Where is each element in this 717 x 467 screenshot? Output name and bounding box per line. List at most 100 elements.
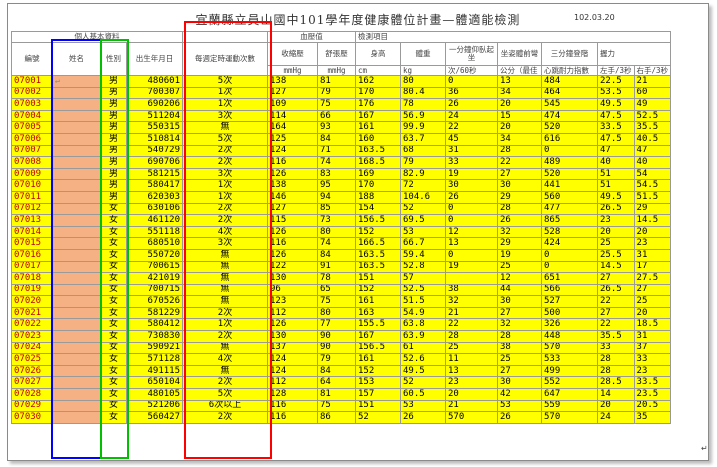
cell-grip-left[interactable]: 28	[597, 364, 635, 378]
cell-sitreach[interactable]: 28	[497, 330, 542, 343]
cell-grip-right[interactable]: 60	[633, 86, 672, 100]
cell-run[interactable]: 528	[541, 225, 598, 239]
cell-sys[interactable]: 124	[267, 144, 318, 158]
cell-dia[interactable]: 75	[317, 399, 356, 413]
cell-weight[interactable]: 52.6	[400, 353, 446, 366]
cell-grip-left[interactable]: 47	[597, 144, 635, 158]
cell-weight[interactable]: 56.9	[400, 109, 446, 123]
cell-sys[interactable]: 124	[267, 364, 318, 378]
cell-grip-right[interactable]: 27	[633, 283, 672, 297]
cell-birth[interactable]: 580412	[126, 318, 183, 332]
cell-birth[interactable]: 480601	[126, 75, 183, 88]
cell-birth[interactable]: 590921	[126, 341, 183, 355]
cell-height[interactable]: 160	[355, 132, 401, 146]
cell-sitreach[interactable]: 28	[497, 144, 542, 158]
cell-weight[interactable]: 79	[400, 156, 446, 169]
cell-dia[interactable]: 81	[317, 388, 356, 401]
cell-grip-right[interactable]: 31	[633, 248, 672, 262]
cell-sitreach[interactable]: 30	[497, 376, 542, 390]
cell-id[interactable]: 07029	[11, 399, 53, 413]
cell-height[interactable]: 167	[355, 109, 401, 123]
cell-height[interactable]: 151	[355, 272, 401, 285]
cell-grip-left[interactable]: 20	[597, 399, 635, 413]
cell-sitreach[interactable]: 32	[497, 225, 542, 239]
cell-id[interactable]: 07003	[11, 98, 53, 111]
cell-dia[interactable]: 75	[317, 98, 356, 111]
cell-dia[interactable]: 84	[317, 132, 356, 146]
cell-situp[interactable]: 13	[445, 364, 498, 378]
cell-dia[interactable]: 64	[317, 376, 356, 390]
cell-sys[interactable]: 112	[267, 306, 318, 320]
cell-id[interactable]: 07026	[11, 364, 53, 378]
cell-sitreach[interactable]: 27	[497, 167, 542, 181]
cell-grip-left[interactable]: 25	[597, 237, 635, 250]
cell-weight[interactable]: 82.9	[400, 167, 446, 181]
cell-run[interactable]: 559	[541, 399, 598, 413]
cell-sitreach[interactable]: 12	[497, 272, 542, 285]
cell-run[interactable]: 520	[541, 121, 598, 134]
cell-grip-right[interactable]: 23	[633, 237, 672, 250]
cell-height[interactable]: 153	[355, 376, 401, 390]
cell-sys[interactable]: 146	[267, 190, 318, 204]
cell-run[interactable]: 499	[541, 364, 598, 378]
cell-weight[interactable]: 99.9	[400, 121, 446, 134]
cell-height[interactable]: 154	[355, 202, 401, 216]
cell-run[interactable]: 560	[541, 190, 598, 204]
cell-weight[interactable]: 63.9	[400, 330, 446, 343]
cell-dia[interactable]: 84	[317, 248, 356, 262]
cell-height[interactable]: 163.5	[355, 144, 401, 158]
cell-weight[interactable]: 60.5	[400, 388, 446, 401]
cell-height[interactable]: 162	[355, 75, 401, 88]
cell-weight[interactable]: 61	[400, 341, 446, 355]
cell-grip-left[interactable]: 26.5	[597, 283, 635, 297]
cell-grip-left[interactable]: 22.5	[597, 75, 635, 88]
cell-weight[interactable]: 63.8	[400, 318, 446, 332]
cell-grip-left[interactable]: 28	[597, 353, 635, 366]
cell-id[interactable]: 07010	[11, 179, 53, 192]
cell-sys[interactable]: 130	[267, 330, 318, 343]
cell-sys[interactable]: 138	[267, 179, 318, 192]
cell-grip-left[interactable]: 35.5	[597, 330, 635, 343]
cell-grip-left[interactable]: 24	[597, 411, 635, 424]
cell-dia[interactable]: 85	[317, 202, 356, 216]
cell-grip-right[interactable]: 20	[633, 225, 672, 239]
cell-height[interactable]: 166.5	[355, 237, 401, 250]
cell-birth[interactable]: 511204	[126, 109, 183, 123]
cell-grip-right[interactable]: 33.5	[633, 376, 672, 390]
cell-sitreach[interactable]: 25	[497, 353, 542, 366]
cell-birth[interactable]: 560427	[126, 411, 183, 424]
cell-birth[interactable]: 700715	[126, 283, 183, 297]
cell-situp[interactable]: 21	[445, 399, 498, 413]
cell-run[interactable]: 570	[541, 341, 598, 355]
cell-grip-left[interactable]: 33.5	[597, 121, 635, 134]
cell-dia[interactable]: 86	[317, 411, 356, 424]
cell-grip-left[interactable]: 22	[597, 318, 635, 332]
cell-grip-left[interactable]: 28.5	[597, 376, 635, 390]
cell-run[interactable]: 520	[541, 167, 598, 181]
cell-sitreach[interactable]: 29	[497, 190, 542, 204]
cell-id[interactable]: 07005	[11, 121, 53, 134]
cell-birth[interactable]: 581215	[126, 167, 183, 181]
cell-run[interactable]: 441	[541, 179, 598, 192]
cell-dia[interactable]: 73	[317, 214, 356, 227]
cell-sys[interactable]: 114	[267, 109, 318, 123]
cell-height[interactable]: 170	[355, 86, 401, 100]
cell-birth[interactable]: 550315	[126, 121, 183, 134]
cell-sys[interactable]: 115	[267, 214, 318, 227]
cell-sitreach[interactable]: 26	[497, 411, 542, 424]
cell-grip-right[interactable]: 54.5	[633, 179, 672, 192]
cell-id[interactable]: 07008	[11, 156, 53, 169]
cell-id[interactable]: 07020	[11, 295, 53, 308]
cell-situp[interactable]: 26	[445, 190, 498, 204]
cell-birth[interactable]: 480105	[126, 388, 183, 401]
cell-grip-right[interactable]: 20.5	[633, 399, 672, 413]
cell-weight[interactable]: 49.5	[400, 364, 446, 378]
cell-dia[interactable]: 90	[317, 330, 356, 343]
cell-id[interactable]: 07001	[11, 75, 53, 88]
cell-dia[interactable]: 81	[317, 75, 356, 88]
cell-birth[interactable]: 550720	[126, 248, 183, 262]
cell-height[interactable]: 156.5	[355, 214, 401, 227]
cell-id[interactable]: 07014	[11, 225, 53, 239]
cell-grip-right[interactable]: 35.5	[633, 121, 672, 134]
cell-situp[interactable]	[445, 272, 498, 285]
